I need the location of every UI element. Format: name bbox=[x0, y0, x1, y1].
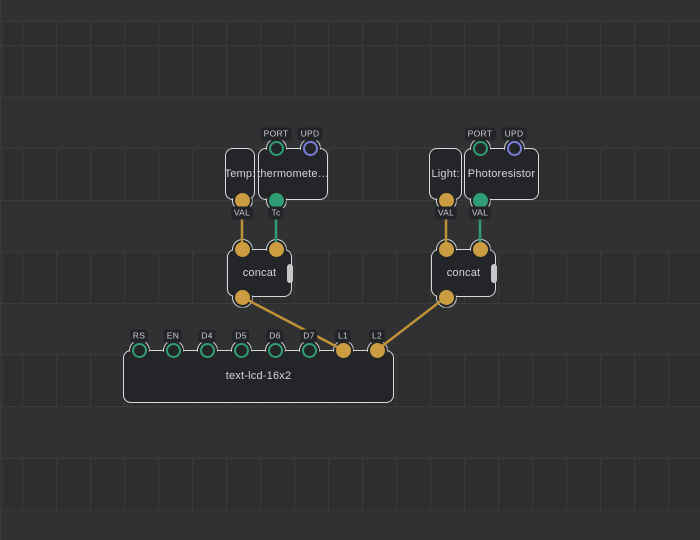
pin-label: UPD bbox=[298, 128, 323, 141]
pin-label: D4 bbox=[198, 330, 215, 343]
pin-temp-label-val[interactable] bbox=[235, 193, 250, 208]
pin-label: L1 bbox=[335, 330, 351, 343]
pin-photoresistor-val[interactable] bbox=[473, 193, 488, 208]
pin-text-lcd-16x2-d4[interactable] bbox=[200, 343, 215, 358]
node-title: Light: bbox=[431, 169, 459, 180]
pin-photoresistor-port[interactable] bbox=[473, 141, 488, 156]
pin-text-lcd-16x2-d5[interactable] bbox=[234, 343, 249, 358]
pin-label: EN bbox=[164, 330, 182, 343]
wire-layer bbox=[0, 0, 700, 540]
wire-string-2[interactable] bbox=[242, 297, 343, 350]
node-title: concat bbox=[243, 268, 277, 279]
node-title: thermomete… bbox=[257, 169, 329, 180]
pin-photoresistor-upd[interactable] bbox=[507, 141, 522, 156]
pin-concat-1-bottom2[interactable] bbox=[235, 290, 250, 305]
pin-label: VAL bbox=[231, 207, 253, 220]
pin-text-lcd-16x2-l1[interactable] bbox=[336, 343, 351, 358]
pin-text-lcd-16x2-rs[interactable] bbox=[132, 343, 147, 358]
pin-label: PORT bbox=[261, 128, 292, 141]
pin-text-lcd-16x2-l2[interactable] bbox=[370, 343, 385, 358]
pin-concat-2-top1[interactable] bbox=[473, 242, 488, 257]
pin-label: UPD bbox=[502, 128, 527, 141]
wire-string-5[interactable] bbox=[377, 297, 446, 350]
node-title: Temp: bbox=[225, 169, 256, 180]
pin-label: VAL bbox=[469, 207, 491, 220]
node-title: Photoresistor bbox=[468, 169, 535, 180]
pin-label: VAL bbox=[435, 207, 457, 220]
node-title: concat bbox=[447, 268, 481, 279]
node-concat-2[interactable]: concat bbox=[431, 249, 496, 297]
pin-thermometer-upd[interactable] bbox=[303, 141, 318, 156]
node-photoresistor[interactable]: Photoresistor bbox=[464, 148, 539, 200]
pin-concat-1-top1[interactable] bbox=[269, 242, 284, 257]
pin-label: D6 bbox=[266, 330, 283, 343]
pin-thermometer-tc[interactable] bbox=[269, 193, 284, 208]
pin-label: RS bbox=[130, 330, 148, 343]
pin-concat-1-top0[interactable] bbox=[235, 242, 250, 257]
pin-concat-2-bottom2[interactable] bbox=[439, 290, 454, 305]
variadic-expand-handle[interactable] bbox=[491, 264, 497, 283]
variadic-expand-handle[interactable] bbox=[287, 264, 293, 283]
node-title: text-lcd-16x2 bbox=[226, 371, 292, 382]
pin-label: D7 bbox=[300, 330, 317, 343]
pin-text-lcd-16x2-d6[interactable] bbox=[268, 343, 283, 358]
pin-label: Tc bbox=[268, 207, 283, 220]
pin-text-lcd-16x2-en[interactable] bbox=[166, 343, 181, 358]
pin-light-label-val[interactable] bbox=[439, 193, 454, 208]
pin-label: L2 bbox=[369, 330, 385, 343]
pin-label: D5 bbox=[232, 330, 249, 343]
pin-label: PORT bbox=[465, 128, 496, 141]
node-thermometer[interactable]: thermomete… bbox=[258, 148, 328, 200]
pin-concat-2-top0[interactable] bbox=[439, 242, 454, 257]
patch-canvas[interactable]: Temp: VAL thermomete… PORT UPD Tc Light: VAL Pho… bbox=[0, 0, 700, 540]
pin-text-lcd-16x2-d7[interactable] bbox=[302, 343, 317, 358]
pin-thermometer-port[interactable] bbox=[269, 141, 284, 156]
node-text-lcd-16x2[interactable]: text-lcd-16x2 bbox=[123, 350, 394, 403]
node-concat-1[interactable]: concat bbox=[227, 249, 292, 297]
